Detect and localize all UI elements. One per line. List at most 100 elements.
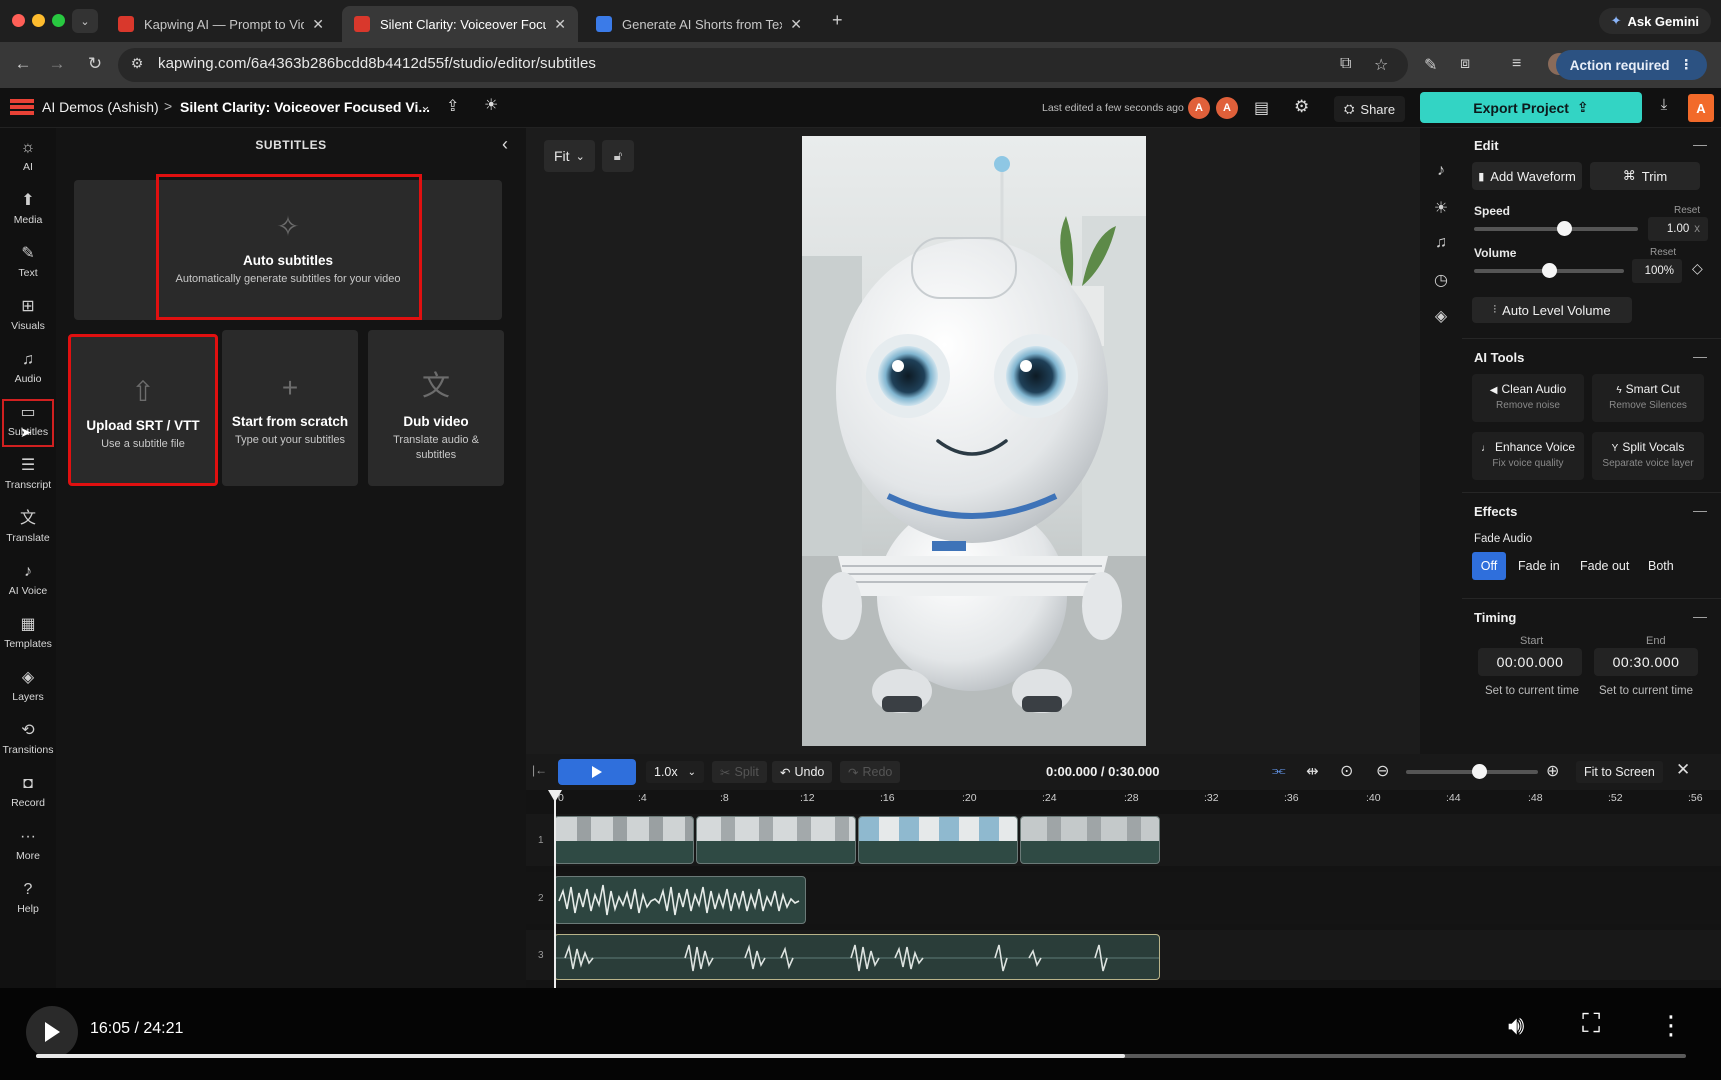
project-title[interactable]: Silent Clarity: Voiceover Focused Vi... (180, 99, 430, 115)
install-app-icon[interactable]: ⧉ (1340, 55, 1351, 73)
new-tab-button[interactable]: + (832, 10, 843, 31)
zoom-out-icon[interactable]: ⊖ (1376, 761, 1389, 781)
clock-icon[interactable]: ◷ (1420, 270, 1462, 290)
zoom-slider-knob[interactable] (1471, 764, 1487, 779)
audio-clip[interactable] (554, 934, 1160, 980)
layers-icon[interactable]: ◈ (1420, 306, 1462, 326)
video-clip[interactable] (858, 816, 1018, 864)
unlock-icon[interactable]: 🔓︎ (602, 140, 634, 172)
speed-value-field[interactable]: 1.00 x (1648, 217, 1708, 241)
end-time-field[interactable]: 00:30.000 (1594, 648, 1698, 676)
reload-icon[interactable]: ↻ (84, 54, 106, 74)
fade-in-button[interactable]: Fade in (1510, 552, 1568, 580)
sidebar-item-audio[interactable]: ♫ Audio (0, 344, 56, 396)
collapse-section-icon[interactable]: — (1693, 608, 1707, 624)
player-play-button[interactable] (26, 1006, 78, 1058)
music-note-icon[interactable]: ♪ (1420, 162, 1462, 180)
sidebar-item-transcript[interactable]: ☰ Transcript (0, 450, 56, 502)
collapse-section-icon[interactable]: — (1693, 348, 1707, 364)
media-control-icon[interactable]: ≡ (1512, 55, 1521, 73)
workspace-name[interactable]: AI Demos (Ashish) (42, 99, 159, 115)
smart-cut-button[interactable]: ϟ Smart Cut Remove Silences (1592, 374, 1704, 422)
tab-search-chevron-icon[interactable]: ⌄ (72, 9, 98, 33)
pen-extension-icon[interactable]: ✎ (1424, 55, 1437, 75)
player-progress-bar[interactable] (36, 1054, 1686, 1058)
close-icon[interactable]: ✕ (790, 16, 802, 33)
comments-icon[interactable]: ▤ (1254, 98, 1269, 118)
start-from-scratch-card[interactable]: + Start from scratch Type out your subti… (222, 330, 358, 486)
keyframe-diamond-icon[interactable]: ◇ (1692, 260, 1703, 277)
add-waveform-button[interactable]: ▮ Add Waveform (1472, 162, 1582, 190)
chevron-down-icon[interactable]: ⌄ (420, 98, 431, 114)
ask-gemini-button[interactable]: ✦ Ask Gemini (1598, 8, 1711, 34)
lightbulb-icon[interactable]: ☀ (484, 95, 498, 115)
share-button[interactable]: ⛭ Share (1334, 96, 1406, 122)
collaborator-avatar[interactable]: A (1188, 97, 1210, 119)
trim-button[interactable]: ⌘ Trim (1590, 162, 1700, 190)
volume-slider[interactable] (1474, 262, 1624, 280)
sidebar-item-record[interactable]: ◘ Record (0, 768, 56, 820)
volume-value-field[interactable]: 100% (1632, 259, 1682, 283)
sidebar-item-ai[interactable]: ☼ AI (0, 132, 56, 184)
minimize-window-button[interactable] (32, 14, 45, 27)
sidebar-item-layers[interactable]: ◈ Layers (0, 662, 56, 714)
start-time-field[interactable]: 00:00.000 (1478, 648, 1582, 676)
video-clip[interactable] (696, 816, 856, 864)
close-timeline-icon[interactable]: ✕ (1676, 760, 1690, 780)
tab-silent-clarity[interactable]: Silent Clarity: Voiceover Focu ✕ (342, 6, 578, 42)
timeline-play-button[interactable] (558, 759, 636, 785)
snap-icon[interactable]: ⫘ (1272, 762, 1286, 779)
fade-both-button[interactable]: Both (1640, 552, 1682, 580)
upload-icon[interactable]: ⇪ (446, 96, 459, 116)
bookmark-star-icon[interactable]: ☆ (1374, 55, 1388, 75)
auto-level-volume-button[interactable]: ⫶ Auto Level Volume (1472, 297, 1632, 323)
redo-button[interactable]: ↷ Redo (840, 761, 901, 783)
fit-dropdown[interactable]: Fit ⌄ (544, 140, 595, 172)
volume-slider-knob[interactable] (1542, 263, 1557, 278)
audio-clip[interactable] (554, 876, 806, 924)
close-icon[interactable]: ✕ (554, 16, 566, 33)
upload-srt-vtt-card[interactable]: ⇧ Upload SRT / VTT Use a subtitle file (68, 334, 218, 486)
back-arrow-icon[interactable]: ← (12, 54, 34, 74)
url-text[interactable]: kapwing.com/6a4363b286bcdd8b4412d55f/stu… (158, 55, 596, 72)
sidebar-item-more[interactable]: ··· More (0, 821, 56, 873)
sidebar-item-media[interactable]: ⬆ Media (0, 185, 56, 237)
tab-generate-ai-shorts[interactable]: Generate AI Shorts from Text ✕ (584, 6, 814, 42)
fit-clips-icon[interactable]: ⇹ (1306, 762, 1319, 780)
dub-video-card[interactable]: 文 Dub video Translate audio & subtitles (368, 330, 504, 486)
fade-off-button[interactable]: Off (1472, 552, 1506, 580)
video-frame[interactable] (802, 136, 1146, 746)
collaborator-avatar[interactable]: A (1216, 97, 1238, 119)
timeline-ruler[interactable]: 0 :4 :8 :12 :16 :20 :24 :28 :32 :36 :40 … (526, 790, 1721, 810)
user-avatar[interactable]: A (1688, 94, 1714, 122)
video-clip[interactable] (1020, 816, 1160, 864)
download-icon[interactable]: ⤓ (1652, 96, 1676, 120)
collapse-section-icon[interactable]: — (1693, 502, 1707, 518)
split-button[interactable]: ✂ Split (712, 761, 767, 783)
audio-notes-icon[interactable]: ♫ (1420, 234, 1462, 252)
collapse-section-icon[interactable]: — (1693, 136, 1707, 152)
zoom-in-icon[interactable]: ⊕ (1546, 761, 1559, 781)
undo-button[interactable]: ↶ Undo (772, 761, 833, 783)
sidebar-item-text[interactable]: ✎ Text (0, 238, 56, 290)
extensions-puzzle-icon[interactable]: ⧈ (1460, 55, 1470, 73)
volume-speaker-icon[interactable]: 🔊︎ (1508, 1010, 1524, 1042)
kebab-menu-icon[interactable]: ⋮ (1658, 1010, 1684, 1041)
maximize-window-button[interactable] (52, 14, 65, 27)
sidebar-item-help[interactable]: ? Help (0, 874, 56, 926)
sidebar-item-transitions[interactable]: ⟲ Transitions (0, 715, 56, 767)
action-required-button[interactable]: Action required ⋮ (1555, 50, 1707, 80)
tab-kapwing-ai[interactable]: Kapwing AI — Prompt to Vide ✕ (106, 6, 336, 42)
sidebar-item-translate[interactable]: 文 Translate (0, 503, 56, 555)
fit-to-screen-button[interactable]: Fit to Screen (1576, 761, 1663, 783)
playhead[interactable] (554, 794, 556, 988)
forward-arrow-icon[interactable]: → (46, 54, 68, 74)
clean-audio-button[interactable]: ◀ Clean Audio Remove noise (1472, 374, 1584, 422)
video-clip[interactable] (554, 816, 694, 864)
gear-icon[interactable]: ⚙ (1294, 97, 1309, 117)
playback-speed-dropdown[interactable]: 1.0x ⌄ (646, 761, 705, 783)
close-icon[interactable]: ✕ (312, 16, 324, 33)
speed-slider-knob[interactable] (1557, 221, 1573, 236)
sidebar-item-visuals[interactable]: ⊞ Visuals (0, 291, 56, 343)
volume-reset-link[interactable]: Reset (1650, 247, 1676, 258)
